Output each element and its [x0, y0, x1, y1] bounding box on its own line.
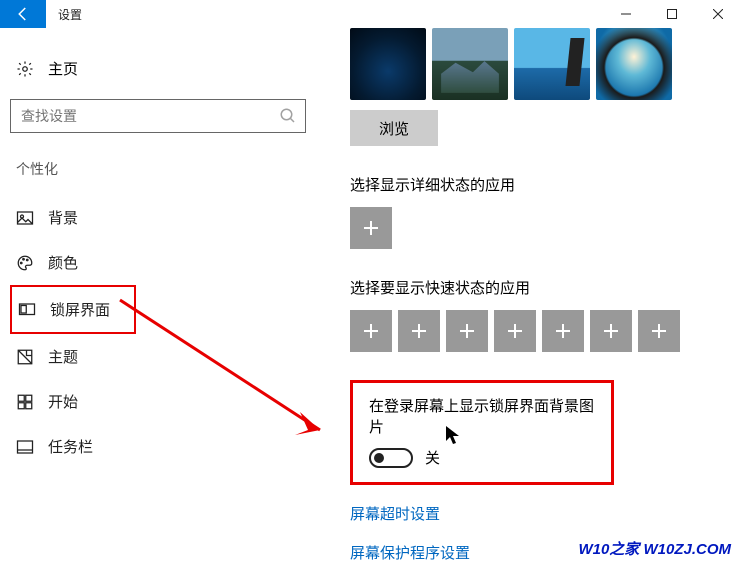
thumbnail-2[interactable]: [432, 28, 508, 100]
sidebar-item-colors[interactable]: 颜色: [10, 240, 310, 285]
detailed-status-label: 选择显示详细状态的应用: [350, 174, 731, 195]
palette-icon: [16, 254, 34, 272]
lockscreen-icon: [18, 301, 36, 319]
right-pane: 浏览 选择显示详细状态的应用 选择要显示快速状态的应用 在登录屏幕上显示锁屏界面…: [320, 28, 741, 565]
add-quick-app-button[interactable]: [590, 310, 632, 352]
toggle-state: 关: [425, 447, 440, 468]
add-quick-app-button[interactable]: [350, 310, 392, 352]
title-bar: 设置: [0, 0, 741, 28]
sidebar-item-lockscreen[interactable]: 锁屏界面: [10, 285, 136, 334]
close-button[interactable]: [695, 0, 741, 28]
sidebar-item-background[interactable]: 背景: [10, 195, 310, 240]
screen-timeout-link[interactable]: 屏幕超时设置: [350, 503, 440, 524]
maximize-button[interactable]: [649, 0, 695, 28]
sidebar-item-taskbar[interactable]: 任务栏: [10, 424, 310, 469]
background-thumbnails: [350, 28, 731, 100]
left-pane: 主页 个性化 背景 颜色 锁屏界面 主题 开始: [0, 28, 320, 565]
category-label: 个性化: [10, 155, 310, 183]
sidebar-item-start[interactable]: 开始: [10, 379, 310, 424]
sidebar-item-label: 颜色: [48, 252, 78, 273]
theme-icon: [16, 348, 34, 366]
search-input[interactable]: [11, 100, 305, 132]
cursor-icon: [445, 425, 461, 445]
window-title: 设置: [46, 0, 94, 28]
thumbnail-3[interactable]: [514, 28, 590, 100]
sidebar-item-label: 主题: [48, 346, 78, 367]
search-box[interactable]: [10, 99, 306, 133]
picture-icon: [16, 209, 34, 227]
show-bg-on-signin-toggle[interactable]: [369, 448, 413, 468]
thumbnail-1[interactable]: [350, 28, 426, 100]
sidebar-item-label: 开始: [48, 391, 78, 412]
start-icon: [16, 393, 34, 411]
add-quick-app-button[interactable]: [494, 310, 536, 352]
search-icon: [279, 107, 297, 130]
add-quick-app-button[interactable]: [638, 310, 680, 352]
home-label: 主页: [48, 58, 78, 79]
thumbnail-4[interactable]: [596, 28, 672, 100]
browse-button[interactable]: 浏览: [350, 110, 438, 146]
home-button[interactable]: 主页: [10, 50, 310, 87]
sidebar-item-label: 背景: [48, 207, 78, 228]
show-bg-on-signin-label: 在登录屏幕上显示锁屏界面背景图片: [369, 395, 595, 437]
quick-status-row: [350, 310, 731, 352]
taskbar-icon: [16, 438, 34, 456]
minimize-button[interactable]: [603, 0, 649, 28]
watermark: W10之家 W10ZJ.COM: [578, 538, 731, 559]
sidebar-item-themes[interactable]: 主题: [10, 334, 310, 379]
add-detailed-app-button[interactable]: [350, 207, 392, 249]
gear-icon: [16, 60, 34, 78]
add-quick-app-button[interactable]: [542, 310, 584, 352]
sidebar-item-label: 任务栏: [48, 436, 93, 457]
quick-status-label: 选择要显示快速状态的应用: [350, 277, 731, 298]
back-button[interactable]: [0, 0, 46, 28]
sidebar-item-label: 锁屏界面: [50, 299, 110, 320]
highlighted-setting: 在登录屏幕上显示锁屏界面背景图片 关: [350, 380, 614, 485]
add-quick-app-button[interactable]: [398, 310, 440, 352]
screensaver-link[interactable]: 屏幕保护程序设置: [350, 542, 470, 563]
add-quick-app-button[interactable]: [446, 310, 488, 352]
